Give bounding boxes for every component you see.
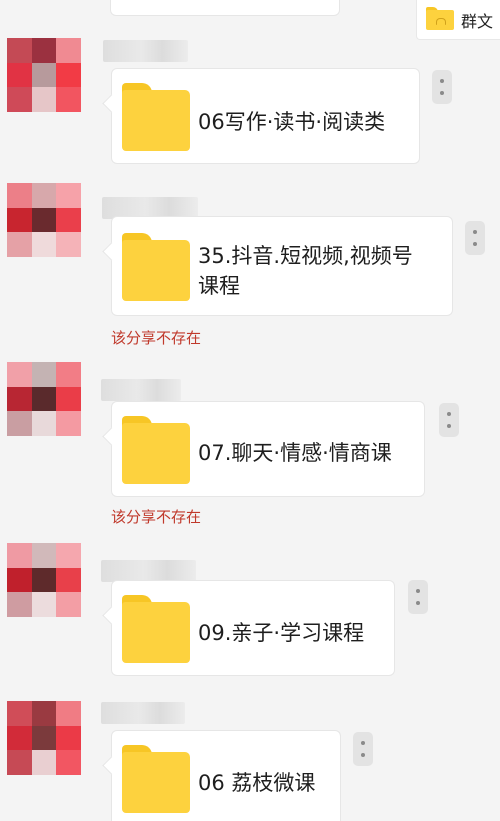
shared-group-files-chip[interactable]: 群文 <box>416 0 500 40</box>
sender-name-redacted <box>101 379 181 401</box>
more-vertical-icon[interactable] <box>432 70 452 104</box>
avatar[interactable] <box>7 362 81 436</box>
share-not-exist-error: 该分享不存在 <box>111 508 202 526</box>
folder-name: 07.聊天·情感·情商课 <box>198 441 392 465</box>
sender-name-redacted <box>101 702 185 724</box>
folder-icon <box>122 233 190 301</box>
folder-icon <box>122 416 190 484</box>
share-not-exist-error: 该分享不存在 <box>111 329 202 347</box>
folder-name: 09.亲子·学习课程 <box>198 621 365 645</box>
more-vertical-icon[interactable] <box>439 403 459 437</box>
sender-name-redacted <box>103 40 188 62</box>
folder-name: 35.抖音.短视频,视频号 课程 <box>198 244 413 298</box>
folder-message-card[interactable]: 35.抖音.短视频,视频号 课程 <box>111 216 453 316</box>
more-vertical-icon[interactable] <box>408 580 428 614</box>
folder-name: 06 荔枝微课 <box>198 771 316 795</box>
folder-icon <box>122 595 190 663</box>
folder-icon <box>122 83 190 151</box>
more-vertical-icon[interactable] <box>465 221 485 255</box>
folder-message-card[interactable]: 06写作·读书·阅读类 <box>111 68 420 164</box>
avatar[interactable] <box>7 38 81 112</box>
more-vertical-icon[interactable] <box>353 732 373 766</box>
previous-message-bubble[interactable] <box>110 0 340 16</box>
avatar[interactable] <box>7 701 81 775</box>
sender-name-redacted <box>101 560 196 582</box>
group-folder-icon <box>426 7 454 30</box>
folder-message-card[interactable]: 09.亲子·学习课程 <box>111 580 395 676</box>
avatar[interactable] <box>7 543 81 617</box>
folder-message-card[interactable]: 07.聊天·情感·情商课 <box>111 401 425 497</box>
shared-group-files-label: 群文 <box>461 12 494 31</box>
avatar[interactable] <box>7 183 81 257</box>
chat-message-list[interactable]: 群文 06写作·读书·阅读类 35.抖音.短视频,视频号 课程 该分享不存在 0… <box>0 0 500 821</box>
folder-message-card[interactable]: 06 荔枝微课 <box>111 730 341 821</box>
folder-icon <box>122 745 190 813</box>
folder-name: 06写作·读书·阅读类 <box>198 110 386 134</box>
